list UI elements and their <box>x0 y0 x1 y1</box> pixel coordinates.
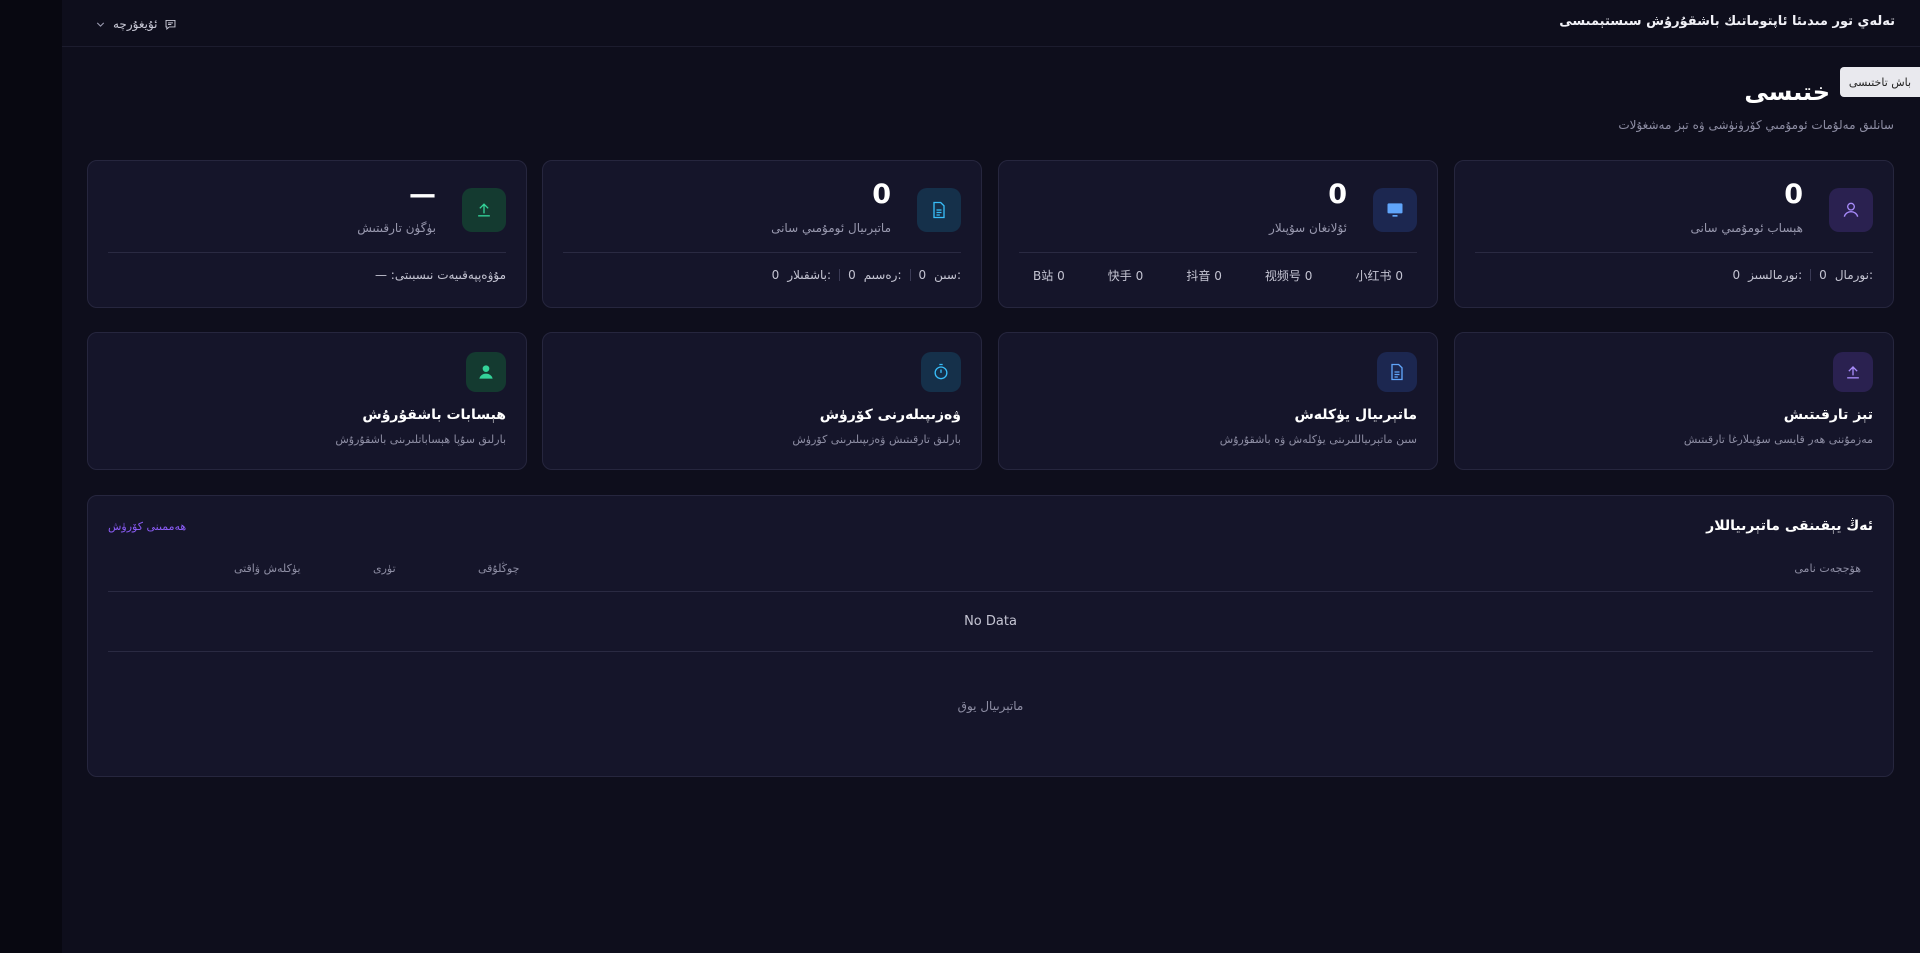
quick-publish-card[interactable]: تېز تارقىتىش مەزمۇننى ھەر قايسى سۇپىلارغ… <box>1454 332 1894 470</box>
timer-icon <box>921 352 961 392</box>
stat-footer: نورمال: 0 نورمالسىز: 0 <box>1475 267 1873 283</box>
recent-materials-panel: ئەڭ يېقىنقى ماتېرىياللار ھەممىنى كۆرۈش ھ… <box>87 495 1894 777</box>
card-description: مەزمۇننى ھەر قايسى سۇپىلارغا تارقىتىش <box>1683 433 1873 446</box>
platform-counts: 小红书 0 视频号 0 抖音 0 快手 0 B站 0 <box>1019 267 1417 283</box>
table-header: ھۆججەت نامى چوڭلۇقى تۈرى يۈكلەش ۋاقتى <box>108 562 1873 592</box>
column-header-upload-time[interactable]: يۈكلەش ۋاقتى <box>234 562 301 575</box>
platform-count: 0 <box>1135 268 1144 283</box>
section-title: ئەڭ يېقىنقى ماتېرىياللار <box>1706 518 1873 534</box>
column-header-name[interactable]: ھۆججەت نامى <box>1794 562 1861 575</box>
platform-douyin: 抖音 0 <box>1172 267 1235 284</box>
sidebar-edge <box>0 0 62 953</box>
card-title: تېز تارقىتىش <box>1783 407 1873 423</box>
divider <box>1475 252 1873 253</box>
stat-value: 0 <box>1328 179 1347 210</box>
divider <box>1019 252 1417 253</box>
separator <box>839 269 841 281</box>
stat-label: ماتېرىيال ئومۇمىي سانى <box>771 221 891 235</box>
person-icon <box>466 352 506 392</box>
page-title: ختىسى <box>1744 78 1830 106</box>
platform-count: 0 <box>1214 268 1222 283</box>
divider <box>108 252 506 253</box>
chat-icon <box>165 19 175 30</box>
stat-value: 0 <box>1784 179 1803 210</box>
abnormal-value: 0 <box>1732 268 1741 282</box>
empty-state-text: ماتېرىيال يوق <box>957 699 1024 713</box>
platform-count: 0 <box>1304 268 1313 283</box>
platform-kuaishou: 快手 0 <box>1094 267 1157 284</box>
card-description: سىن ماتېرىياللىرىنى يۈكلەش ۋە باشقۇرۇش <box>1219 433 1417 446</box>
upload-material-card[interactable]: ماتېرىيال يۈكلەش سىن ماتېرىياللىرىنى يۈك… <box>998 332 1438 470</box>
image-label: رەسىم: <box>863 268 902 282</box>
user-icon <box>1829 188 1873 232</box>
document-icon <box>1377 352 1417 392</box>
platform-shipinhao: 视频号 0 <box>1251 267 1326 284</box>
stat-card-materials: 0 ماتېرىيال ئومۇمىي سانى سىن: 0 رەسىم: 0… <box>542 160 982 308</box>
platform-name: 抖音 <box>1186 268 1211 283</box>
top-bar: ئۇيغۇرچە تەلەي تور مىدىئا ئاپتوماتىك باش… <box>62 0 1920 47</box>
normal-label: نورمال: <box>1834 268 1873 282</box>
view-tasks-card[interactable]: ۋەزىپىلەرنى كۆرۈش بارلىق تارقىتىش ۋەزىپى… <box>542 332 982 470</box>
document-icon <box>917 188 961 232</box>
monitor-icon <box>1373 188 1417 232</box>
stat-footer: سىن: 0 رەسىم: 0 باشقىلار: 0 <box>563 267 961 283</box>
platform-name: B站 <box>1033 268 1054 283</box>
card-title: ھېسابات باشقۇرۇش <box>362 407 506 423</box>
normal-value: 0 <box>1819 268 1827 282</box>
manage-accounts-card[interactable]: ھېسابات باشقۇرۇش بارلىق سۇپا ھېساباتلىرى… <box>87 332 527 470</box>
stat-label: ئۇلانغان سۇپىلار <box>1269 221 1347 235</box>
other-label: باشقىلار: <box>787 268 832 282</box>
card-description: بارلىق سۇپا ھېساباتلىرىنى باشقۇرۇش <box>335 433 506 446</box>
platform-name: 视频号 <box>1264 268 1301 283</box>
platform-count: 0 <box>1395 268 1403 283</box>
column-header-type[interactable]: تۈرى <box>373 562 396 575</box>
platform-count: 0 <box>1057 268 1065 283</box>
app-title: تەلەي تور مىدىئا ئاپتوماتىك باشقۇرۇش سىس… <box>1559 14 1895 29</box>
stat-card-platforms: 0 ئۇلانغان سۇپىلار 小红书 0 视频号 0 抖音 0 快手 0… <box>998 160 1438 308</box>
chevron-down-icon <box>96 21 105 27</box>
separator <box>909 269 911 281</box>
table-no-data: No Data <box>108 592 1873 652</box>
stat-label: بۈگۈن تارقىتىش <box>357 221 436 235</box>
image-value: 0 <box>848 268 856 282</box>
divider <box>563 252 961 253</box>
tooltip: باش تاختىسى <box>1840 67 1920 97</box>
card-description: بارلىق تارقىتىش ۋەزىپىلىرىنى كۆرۈش <box>792 433 961 446</box>
video-label: سىن: <box>934 268 961 282</box>
other-value: 0 <box>771 268 780 282</box>
stat-footer: مۇۋەپپەقىيەت نىسبىتى: — <box>108 267 506 283</box>
upload-icon <box>1833 352 1873 392</box>
stat-value: 0 <box>872 179 891 210</box>
stat-card-accounts: 0 ھېساب ئومۇمىي سانى نورمال: 0 نورمالسىز… <box>1454 160 1894 308</box>
stat-card-today-publish: — بۈگۈن تارقىتىش مۇۋەپپەقىيەت نىسبىتى: — <box>87 160 527 308</box>
abnormal-label: نورمالسىز: <box>1748 268 1803 282</box>
success-rate: مۇۋەپپەقىيەت نىسبىتى: — <box>374 268 506 282</box>
stat-value: — <box>409 179 436 210</box>
card-title: ۋەزىپىلەرنى كۆرۈش <box>819 407 961 423</box>
video-value: 0 <box>918 268 927 282</box>
language-switcher[interactable]: ئۇيغۇرچە <box>94 15 177 33</box>
platform-bilibili: B站 0 <box>1019 267 1079 284</box>
main-area: ئۇيغۇرچە تەلەي تور مىدىئا ئاپتوماتىك باش… <box>62 0 1920 953</box>
column-header-size[interactable]: چوڭلۇقى <box>478 562 519 575</box>
stat-label: ھېساب ئومۇمىي سانى <box>1690 221 1803 235</box>
platform-name: 小红书 <box>1355 268 1392 283</box>
language-label: ئۇيغۇرچە <box>113 17 158 31</box>
separator <box>1810 269 1812 281</box>
platform-xiaohongshu: 小红书 0 <box>1341 267 1416 284</box>
card-title: ماتېرىيال يۈكلەش <box>1294 407 1417 423</box>
platform-name: 快手 <box>1107 268 1132 283</box>
page-subtitle: سانلىق مەلۇمات ئومۇمىي كۆرۈنۈشى ۋە تېز م… <box>1618 118 1894 132</box>
view-all-link[interactable]: ھەممىنى كۆرۈش <box>108 520 186 533</box>
upload-icon <box>462 188 506 232</box>
